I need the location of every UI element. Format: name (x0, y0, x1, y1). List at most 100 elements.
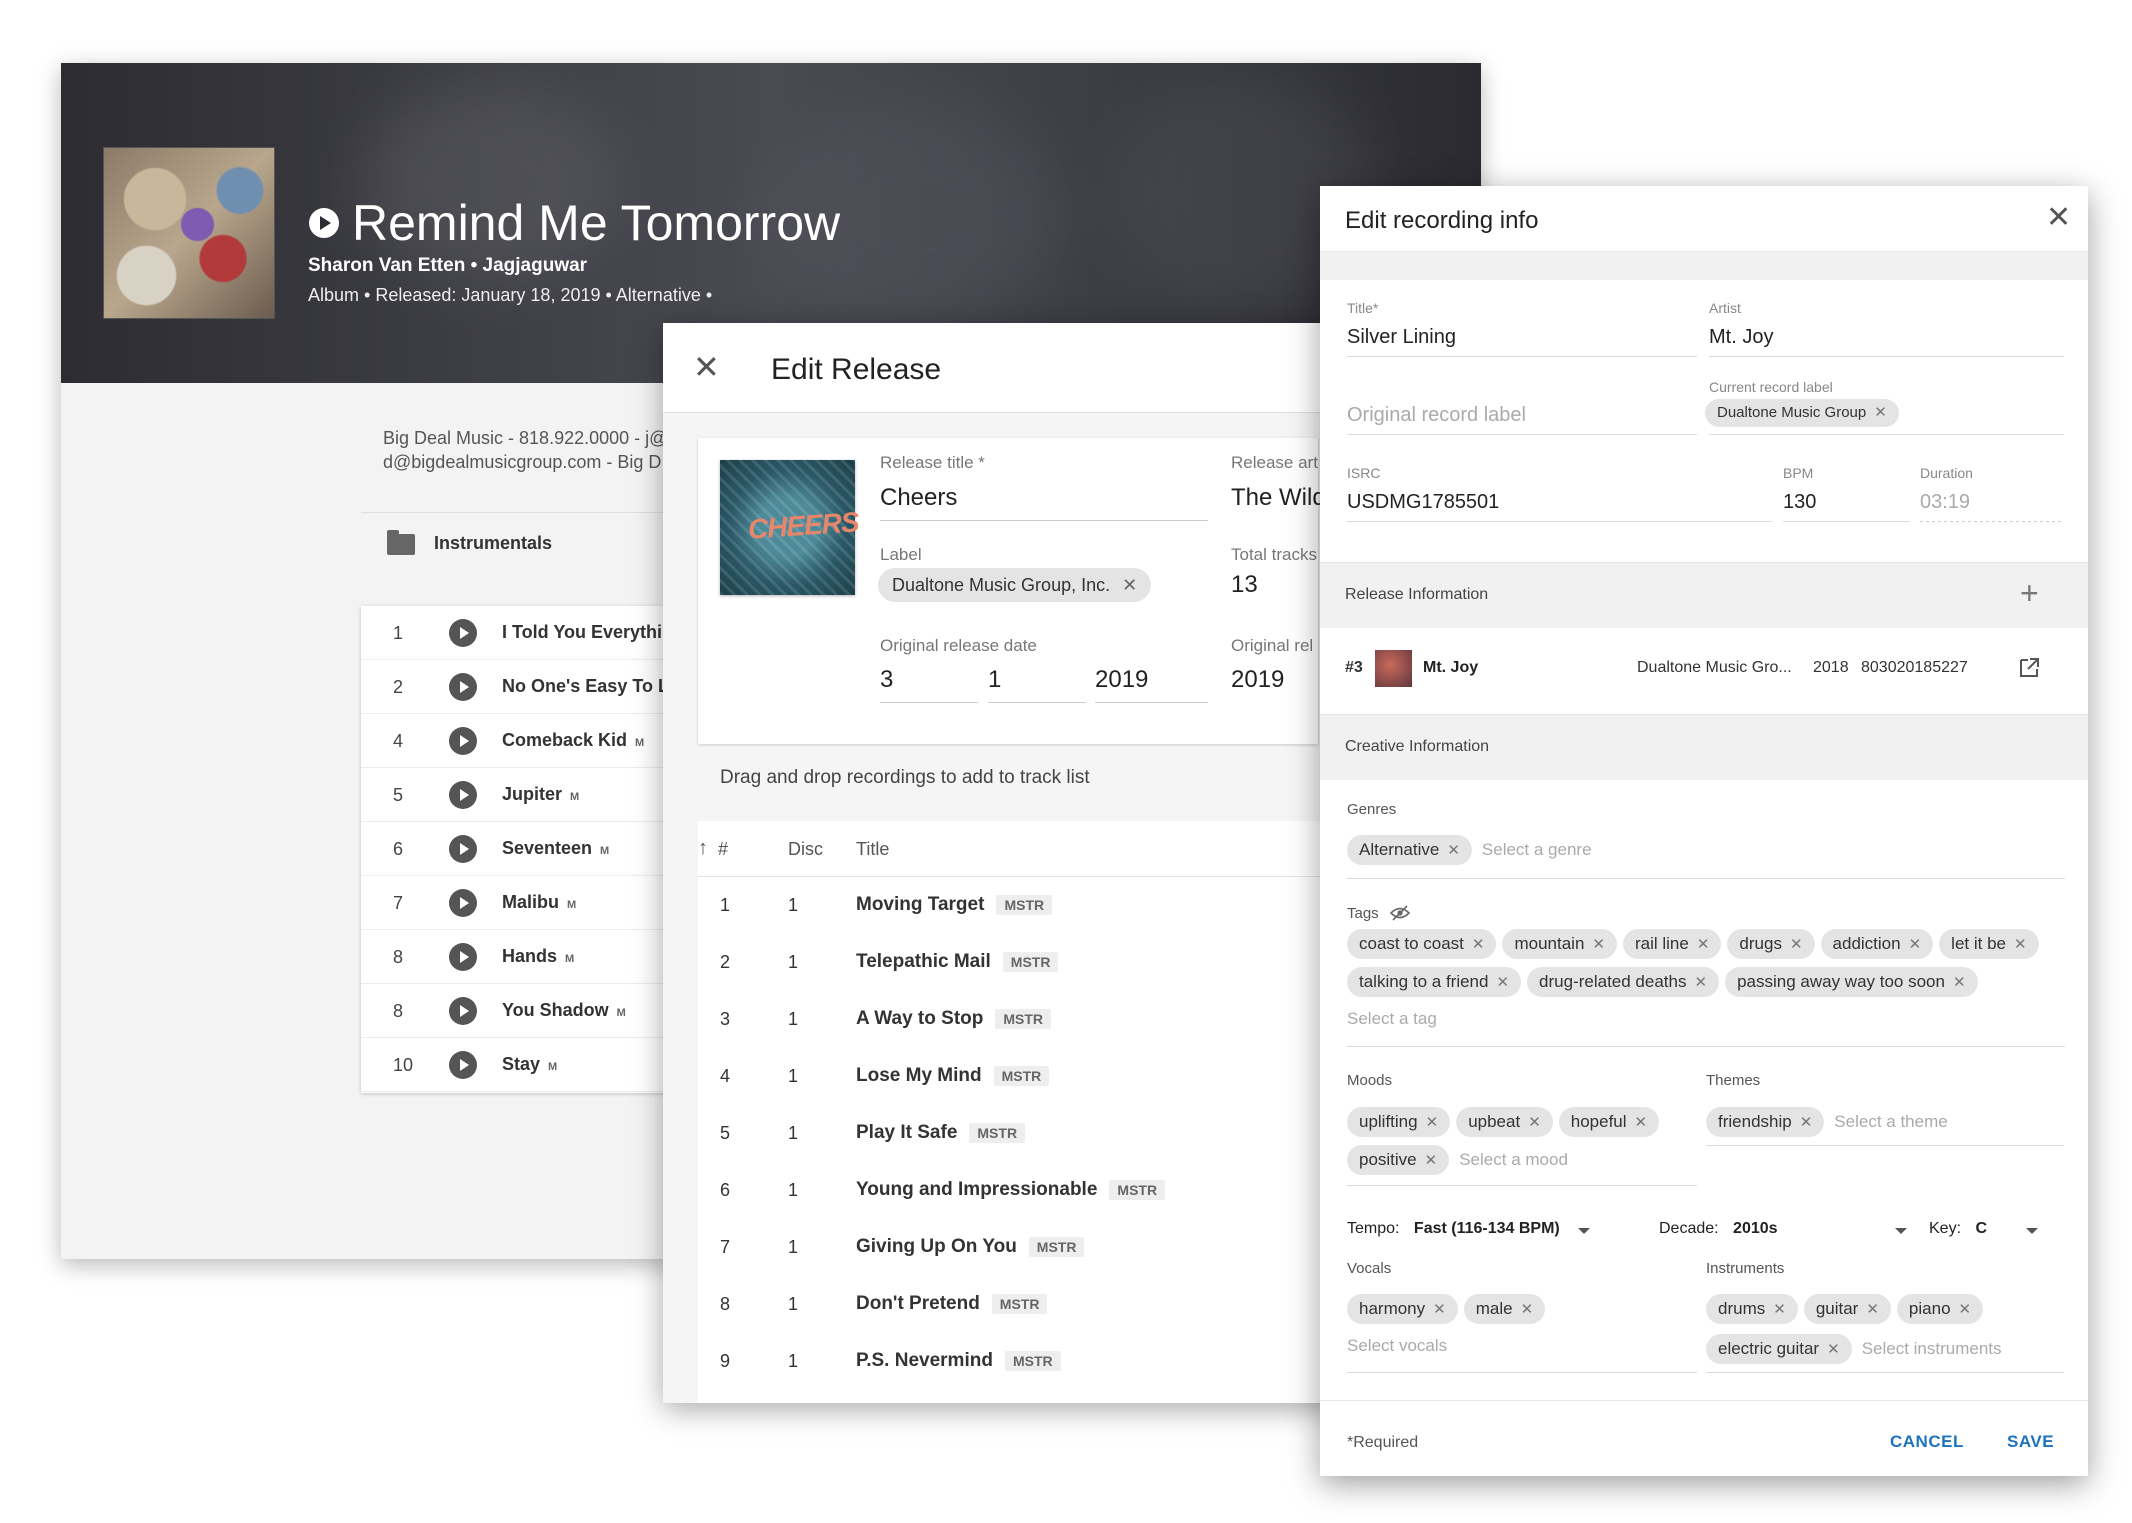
chip[interactable]: guitar ✕ (1803, 1294, 1891, 1324)
track-row[interactable]: 2 1 Telepathic Mail MSTR (698, 934, 1343, 991)
chevron-down-icon[interactable] (1895, 1228, 1907, 1234)
track-row[interactable]: 9 1 P.S. Nevermind MSTR (698, 1333, 1343, 1390)
play-album-icon[interactable] (309, 208, 339, 238)
chip-input-placeholder[interactable]: Select a mood (1459, 1150, 1568, 1170)
play-icon[interactable] (449, 997, 477, 1025)
play-icon[interactable] (449, 673, 477, 701)
chip[interactable]: coast to coast ✕ (1347, 929, 1497, 959)
save-button[interactable]: SAVE (2007, 1432, 2054, 1452)
tempo-select[interactable]: Tempo: Fast (116-134 BPM) (1347, 1220, 1560, 1238)
label-chip[interactable]: Dualtone Music Group, Inc. ✕ (878, 568, 1152, 602)
release-artist-input[interactable]: The Wild (1231, 484, 1326, 512)
remove-chip-icon[interactable]: ✕ (2014, 936, 2027, 953)
chip[interactable]: uplifting ✕ (1347, 1107, 1451, 1137)
key-select[interactable]: Key: C (1929, 1220, 1987, 1238)
chevron-down-icon[interactable] (2026, 1228, 2038, 1234)
track-row[interactable]: 5 1 Play It Safe MSTR (698, 1105, 1343, 1162)
close-icon[interactable]: ✕ (693, 351, 720, 383)
cancel-button[interactable]: CANCEL (1890, 1432, 1964, 1452)
total-tracks-input[interactable]: 13 (1231, 571, 1258, 599)
remove-chip-icon[interactable]: ✕ (1433, 1301, 1446, 1318)
remove-chip-icon[interactable]: ✕ (1521, 1301, 1534, 1318)
remove-chip-icon[interactable]: ✕ (1827, 1341, 1840, 1358)
chip[interactable]: talking to a friend ✕ (1347, 967, 1522, 997)
chevron-down-icon[interactable] (1578, 1228, 1590, 1234)
track-row[interactable]: 4 1 Lose My Mind MSTR (698, 1048, 1343, 1105)
chip[interactable]: passing away way too soon ✕ (1725, 967, 1978, 997)
chip[interactable]: upbeat ✕ (1456, 1107, 1553, 1137)
decade-select[interactable]: Decade: 2010s (1659, 1220, 1778, 1238)
close-icon[interactable]: ✕ (2046, 200, 2071, 235)
chip[interactable]: mountain ✕ (1502, 929, 1617, 959)
chip[interactable]: male ✕ (1463, 1294, 1546, 1324)
remove-chip-icon[interactable]: ✕ (1909, 936, 1922, 953)
isrc-input[interactable]: USDMG1785501 (1347, 491, 1499, 514)
chip[interactable]: let it be ✕ (1939, 929, 2039, 959)
artist-input[interactable]: Mt. Joy (1709, 326, 1773, 349)
chip[interactable]: addiction ✕ (1820, 929, 1934, 959)
chip[interactable]: piano ✕ (1896, 1294, 1984, 1324)
chip[interactable]: electric guitar ✕ (1706, 1334, 1852, 1364)
remove-chip-icon[interactable]: ✕ (1472, 936, 1485, 953)
remove-chip-icon[interactable]: ✕ (1959, 1301, 1972, 1318)
original-release-input[interactable]: 2019 (1231, 666, 1284, 694)
remove-chip-icon[interactable]: ✕ (1496, 974, 1509, 991)
chip-input-placeholder[interactable]: Select a theme (1834, 1112, 1947, 1132)
chip[interactable]: rail line ✕ (1622, 929, 1722, 959)
chip-input-placeholder[interactable]: Select a tag (1347, 1009, 1437, 1029)
play-icon[interactable] (449, 619, 477, 647)
chip[interactable]: friendship ✕ (1706, 1107, 1825, 1137)
remove-chip-icon[interactable]: ✕ (1694, 974, 1707, 991)
release-month-input[interactable]: 3 (880, 666, 893, 694)
column-header-title[interactable]: Title (856, 839, 889, 860)
chip-input-placeholder[interactable]: Select vocals (1347, 1336, 1447, 1356)
play-icon[interactable] (449, 727, 477, 755)
play-icon[interactable] (449, 889, 477, 917)
remove-chip-icon[interactable]: ✕ (1122, 575, 1137, 595)
remove-chip-icon[interactable]: ✕ (1635, 1114, 1648, 1131)
play-icon[interactable] (449, 835, 477, 863)
remove-chip-icon[interactable]: ✕ (1447, 842, 1460, 859)
play-icon[interactable] (449, 781, 477, 809)
column-header-number[interactable]: # (718, 839, 728, 860)
remove-chip-icon[interactable]: ✕ (1800, 1114, 1813, 1131)
remove-chip-icon[interactable]: ✕ (1592, 936, 1605, 953)
chip[interactable]: drugs ✕ (1727, 929, 1815, 959)
chip[interactable]: positive ✕ (1347, 1145, 1450, 1175)
sort-arrow-icon[interactable]: ↑ (698, 837, 708, 860)
play-icon[interactable] (449, 1051, 477, 1079)
track-row[interactable]: 3 1 A Way to Stop MSTR (698, 991, 1343, 1048)
chip-input-placeholder[interactable]: Select a genre (1482, 840, 1592, 860)
original-record-label-input[interactable]: Original record label (1347, 404, 1526, 427)
chip[interactable]: hopeful ✕ (1558, 1107, 1660, 1137)
track-row[interactable]: 7 1 Giving Up On You MSTR (698, 1219, 1343, 1276)
remove-chip-icon[interactable]: ✕ (1773, 1301, 1786, 1318)
remove-chip-icon[interactable]: ✕ (1874, 404, 1887, 421)
remove-chip-icon[interactable]: ✕ (1528, 1114, 1541, 1131)
chip[interactable]: drums ✕ (1706, 1294, 1798, 1324)
release-info-row[interactable]: #3 Mt. Joy Dualtone Music Gro... 2018 80… (1320, 628, 2088, 710)
remove-chip-icon[interactable]: ✕ (1426, 1114, 1439, 1131)
release-day-input[interactable]: 1 (988, 666, 1001, 694)
release-title-input[interactable]: Cheers (880, 484, 957, 512)
column-header-disc[interactable]: Disc (788, 839, 823, 860)
current-record-label-chip[interactable]: Dualtone Music Group ✕ (1705, 399, 1899, 427)
title-input[interactable]: Silver Lining (1347, 326, 1456, 349)
chip[interactable]: Alternative ✕ (1347, 835, 1472, 865)
remove-chip-icon[interactable]: ✕ (1425, 1152, 1438, 1169)
chip-input-placeholder[interactable]: Select instruments (1862, 1339, 2002, 1359)
track-row[interactable]: 6 1 Young and Impressionable MSTR (698, 1162, 1343, 1219)
release-year-input[interactable]: 2019 (1095, 666, 1148, 694)
hidden-eye-icon[interactable] (1390, 904, 1410, 922)
chip[interactable]: harmony ✕ (1347, 1294, 1458, 1324)
remove-chip-icon[interactable]: ✕ (1866, 1301, 1879, 1318)
add-release-icon[interactable]: + (2020, 575, 2039, 612)
bpm-input[interactable]: 130 (1783, 491, 1816, 514)
remove-chip-icon[interactable]: ✕ (1697, 936, 1710, 953)
play-icon[interactable] (449, 943, 477, 971)
track-row[interactable]: 1 1 Moving Target MSTR (698, 877, 1343, 934)
remove-chip-icon[interactable]: ✕ (1790, 936, 1803, 953)
open-external-icon[interactable] (2017, 656, 2041, 680)
remove-chip-icon[interactable]: ✕ (1953, 974, 1966, 991)
chip[interactable]: drug-related deaths ✕ (1527, 967, 1720, 997)
